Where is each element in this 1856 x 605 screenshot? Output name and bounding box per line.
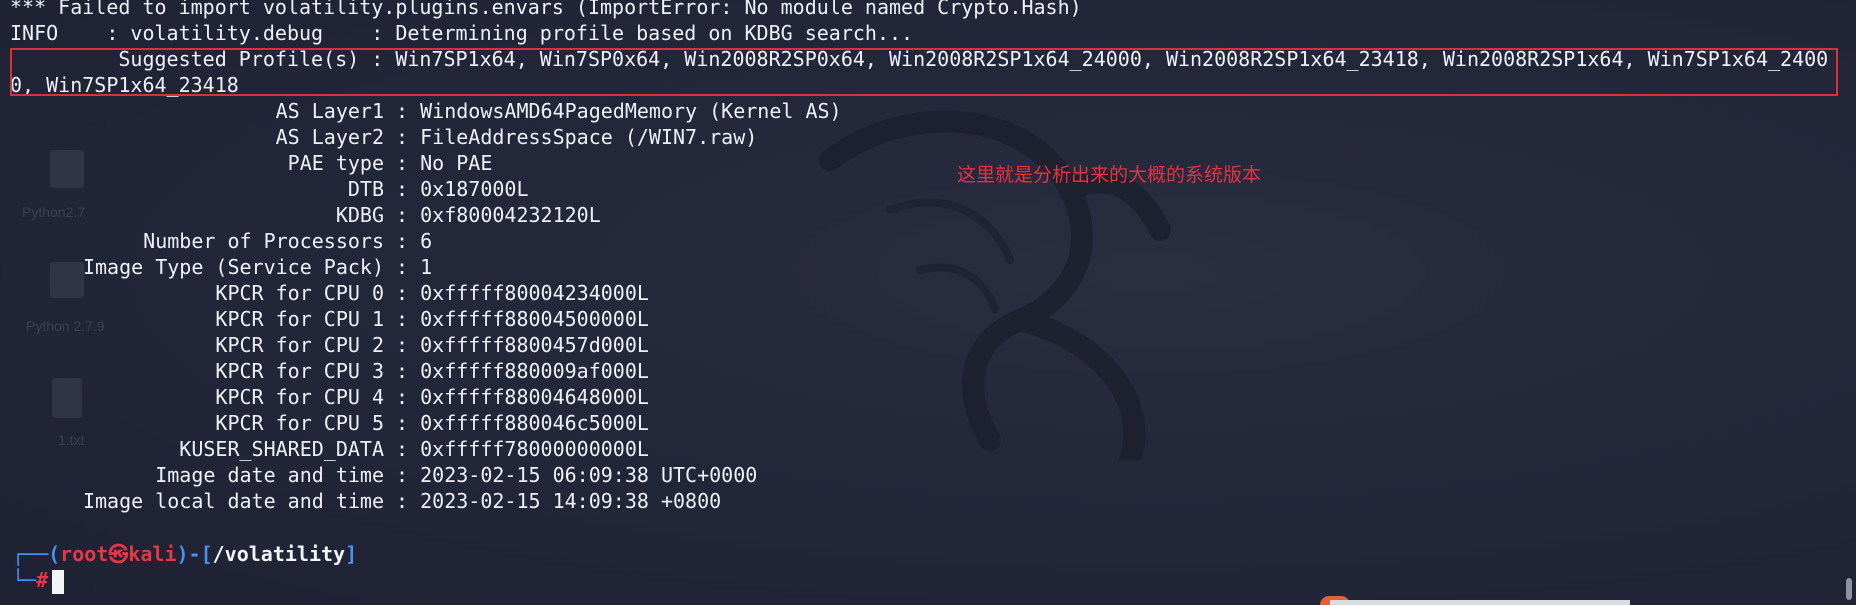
- command-line[interactable]: └─#: [12, 566, 65, 594]
- info-row: Image local date and time : 2023-02-15 1…: [82, 489, 722, 513]
- info-row: KPCR for CPU 1 : 0xfffff88004500000L: [215, 307, 649, 331]
- info-row: KPCR for CPU 0 : 0xfffff80004234000L: [215, 281, 649, 305]
- prompt-hash: #: [36, 568, 49, 592]
- info-row: AS Layer1 : WindowsAMD64PagedMemory (Ker…: [275, 99, 842, 123]
- info-line: INFO : volatility.debug : Determining pr…: [10, 21, 914, 45]
- text-cursor: [52, 569, 65, 594]
- info-row: DTB : 0x187000L: [347, 177, 529, 201]
- annotation-text: 这里就是分析出来的大概的系统版本: [957, 164, 1262, 186]
- prompt-path: /volatility: [212, 542, 346, 566]
- prompt-user: root: [60, 542, 109, 566]
- info-row: KPCR for CPU 2 : 0xfffff8800457d000L: [215, 333, 649, 357]
- info-row: KPCR for CPU 4 : 0xfffff88004648000L: [215, 385, 649, 409]
- info-row: KUSER_SHARED_DATA : 0xfffff78000000000L: [179, 437, 649, 461]
- info-row: Image date and time : 2023-02-15 06:09:3…: [155, 463, 758, 487]
- import-error-line: *** Failed to import volatility.plugins.…: [10, 0, 1082, 19]
- info-row: Image Type (Service Pack) : 1: [82, 255, 433, 279]
- info-row: KDBG : 0xf80004232120L: [335, 203, 601, 227]
- info-row: AS Layer2 : FileAddressSpace (/WIN7.raw): [275, 125, 758, 149]
- info-row: Number of Processors : 6: [143, 229, 433, 253]
- prompt-at-icon: ㉿: [108, 542, 129, 566]
- scrollbar-thumb[interactable]: [1846, 578, 1852, 600]
- highlight-box: [10, 48, 1838, 96]
- shell-prompt: ┌──(root㉿kali)-[/volatility]: [12, 542, 358, 566]
- prompt-host: kali: [128, 542, 177, 566]
- info-row: KPCR for CPU 3 : 0xfffff880009af000L: [215, 359, 649, 383]
- info-row: PAE type : No PAE: [287, 151, 493, 175]
- info-row: KPCR for CPU 5 : 0xfffff880046c5000L: [215, 411, 649, 435]
- desktop-window-fragment: [1330, 600, 1630, 605]
- terminal-window[interactable]: Python2.7 Python 2.7.9 1.txt *** Failed …: [0, 0, 1856, 605]
